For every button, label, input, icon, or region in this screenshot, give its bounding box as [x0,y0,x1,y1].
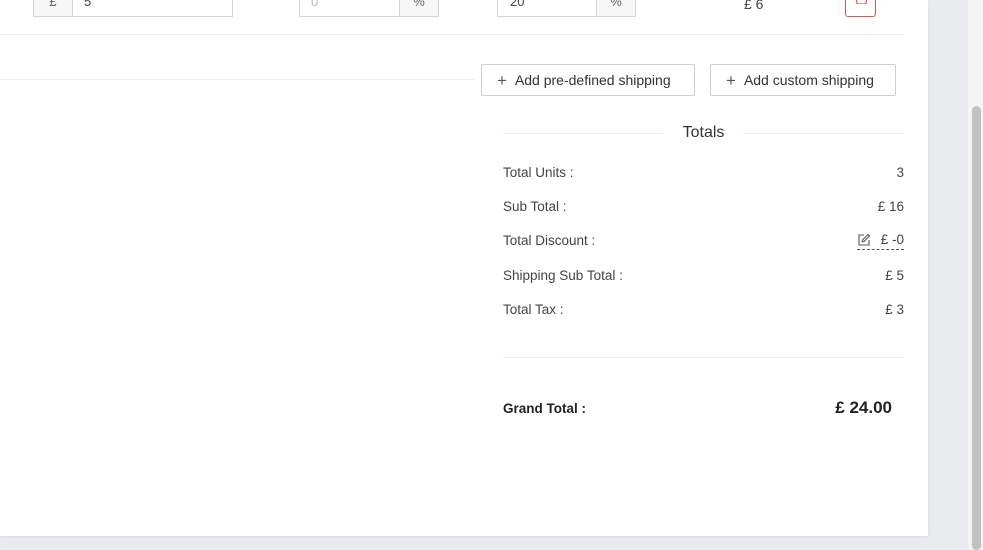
total-discount-value: £ -0 [880,232,904,247]
section-divider [0,79,474,80]
total-units-value: 3 [896,165,904,180]
edit-icon [858,233,871,246]
shipping-currency-addon: £ [33,0,73,17]
order-panel: £ 5 0 % 20 % £ 6 + Add pre-defined shipp… [0,0,928,536]
discount-unit-addon: % [399,0,439,17]
total-discount-edit[interactable]: £ -0 [856,232,904,250]
grand-total-label: Grand Total : [503,401,586,416]
total-tax-value: £ 3 [885,302,904,317]
shipping-sub-total-value: £ 5 [885,268,904,283]
discount-input[interactable]: 0 [299,0,400,17]
totals-section: Totals Total Units : 3 Sub Total : £ 16 … [503,0,904,536]
grand-total-divider [503,357,904,358]
scrollbar-thumb[interactable] [972,106,981,550]
total-units-label: Total Units : [503,165,574,180]
sub-total-label: Sub Total : [503,199,567,214]
total-tax-label: Total Tax : [503,302,564,317]
total-discount-label: Total Discount : [503,233,596,248]
grand-total-value: £ 24.00 [835,398,892,417]
shipping-value-input[interactable]: 5 [72,0,233,17]
sub-total-value: £ 16 [877,199,904,214]
totals-title: Totals [682,124,725,141]
shipping-sub-total-label: Shipping Sub Total : [503,268,623,283]
